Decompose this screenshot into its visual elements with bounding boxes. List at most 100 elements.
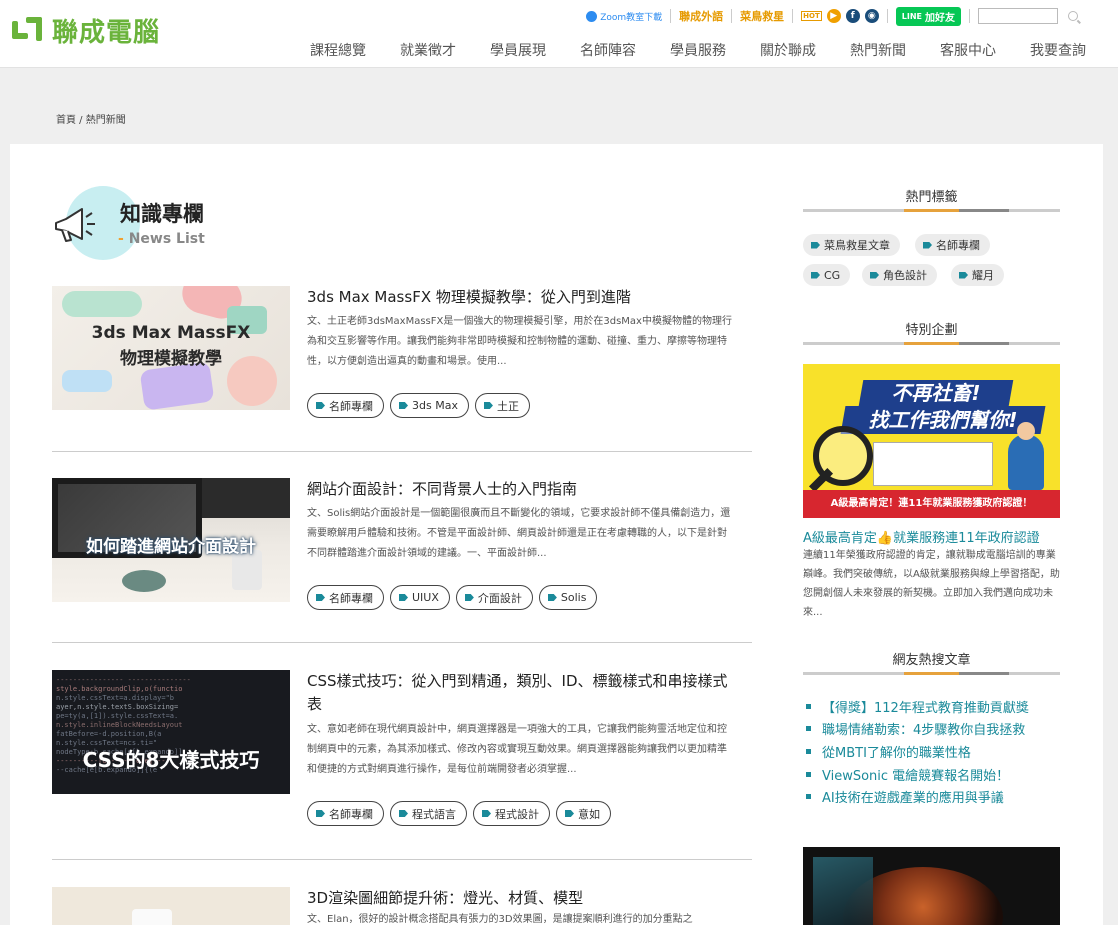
article-excerpt: 文、土正老師3dsMaxMassFX是一個強大的物理模擬引擎，用於在3dsMax…: [307, 316, 732, 367]
tag-icon: [316, 594, 325, 601]
article-title[interactable]: 網站介面設計：不同背景人士的入門指南: [307, 478, 737, 501]
hot-article-link[interactable]: AI技術在遊戲產業的應用與爭議: [806, 785, 1029, 808]
thumbnail-caption: 如何踏進網站介面設計: [86, 537, 256, 557]
article-divider: [52, 642, 752, 643]
article-card[interactable]: 3ds Max MassFX 物理模擬教學 3ds Max MassFX 物理模…: [52, 286, 752, 426]
tag-icon: [811, 271, 820, 279]
promo-title[interactable]: A級最高肯定👍就業服務連11年政府認證: [803, 527, 1040, 546]
article-thumbnail[interactable]: 如何踏進網站介面設計: [52, 478, 290, 602]
tag-icon: [870, 271, 879, 279]
main-nav: 課程總覽 就業徵才 學員展現 名師陣容 學員服務 關於聯成 熱門新聞 客服中心 …: [293, 40, 1088, 60]
tag-chip[interactable]: 意如: [556, 801, 611, 826]
language-school-link[interactable]: 聯成外語: [679, 8, 723, 24]
tag-icon: [959, 271, 968, 279]
line-icon: LINE: [901, 11, 922, 21]
tag-icon: [399, 810, 408, 817]
nav-query[interactable]: 我要查詢: [1013, 40, 1088, 60]
article-excerpt: 文、Elan，很好的設計概念搭配具有張力的3D效果圖，是讓提案順利進行的加分重點…: [307, 914, 693, 925]
tag-chip[interactable]: 3ds Max: [390, 393, 469, 418]
popular-tag-pill[interactable]: CG: [803, 264, 851, 286]
article-thumbnail[interactable]: 3ds Max MassFX 物理模擬教學: [52, 286, 290, 410]
tag-icon: [483, 402, 493, 409]
hot-article-link[interactable]: ViewSonic 電繪競賽報名開始！: [806, 763, 1029, 786]
tag-icon: [464, 594, 474, 601]
tag-icon: [811, 241, 820, 249]
logo-text: 聯成電腦: [52, 18, 161, 48]
tag-icon: [399, 402, 408, 409]
zoom-icon: [586, 10, 598, 22]
special-heading: 特別企劃: [905, 323, 958, 338]
article-thumbnail[interactable]: [52, 887, 290, 925]
article-excerpt: 文、意如老師在現代網頁設計中，網頁選擇器是一項強大的工具，它讓我們能夠靈活地定位…: [307, 724, 727, 775]
zoom-download-link[interactable]: Zoom教室下載: [586, 10, 662, 23]
sidebar-feature-image[interactable]: [803, 847, 1060, 925]
hot-articles-heading: 網友熱搜文章: [892, 653, 971, 668]
tag-icon: [316, 810, 325, 817]
site-logo[interactable]: 聯成電腦: [12, 12, 160, 49]
tag-chip[interactable]: Solis: [538, 585, 598, 610]
article-divider: [52, 451, 752, 452]
article-thumbnail[interactable]: ---------------- --------------- style.b…: [52, 670, 290, 794]
promo-banner[interactable]: 不再社畜! 找工作我們幫你! A級最高肯定！連11年就業服務獲政府認證！: [803, 364, 1060, 518]
article-tags: 名師專欄 程式語言 程式設計 意如: [307, 801, 611, 826]
tag-chip[interactable]: UIUX: [390, 585, 450, 610]
nav-students[interactable]: 學員展現: [473, 40, 563, 60]
promo-text: 連續11年榮獲政府認證的肯定，讓就聯成電腦培訓的專業巔峰。我們突破傳統，以A級就…: [803, 550, 1060, 618]
popular-tag-pill[interactable]: 耀月: [951, 264, 1004, 286]
breadcrumb[interactable]: 首頁 / 熱門新聞: [56, 111, 126, 126]
hot-article-link[interactable]: 職場情緒勒索：4步驟教你自我拯救: [806, 718, 1029, 741]
hot-badge: HOT: [801, 11, 822, 21]
article-tags: 名師專欄 3ds Max 土正: [307, 393, 530, 418]
megaphone-icon: [55, 208, 95, 242]
article-card[interactable]: 如何踏進網站介面設計 網站介面設計：不同背景人士的入門指南 文、Solis網站介…: [52, 478, 752, 618]
podcast-icon[interactable]: ◉: [864, 9, 879, 23]
article-card[interactable]: ---------------- --------------- style.b…: [52, 670, 752, 830]
nav-services[interactable]: 學員服務: [653, 40, 743, 60]
tag-chip[interactable]: 名師專欄: [307, 801, 384, 826]
subtitle-dash: -: [118, 231, 124, 247]
section-title: 知識專欄: [120, 202, 204, 226]
article-divider: [52, 859, 752, 860]
tag-chip[interactable]: 介面設計: [455, 585, 533, 610]
article-card[interactable]: 3D渲染圖細節提升術：燈光、材質、模型 文、Elan，很好的設計概念搭配具有張力…: [52, 887, 752, 925]
zoom-label: Zoom教室下載: [600, 12, 663, 23]
search-icon[interactable]: [1068, 11, 1078, 21]
site-header: 聯成電腦 Zoom教室下載 聯成外語 菜鳥救星 HOT ▶ f ◉ LINE 加…: [0, 0, 1118, 68]
article-excerpt: 文、Solis網站介面設計是一個範圍很廣而且不斷變化的領域，它要求設計師不僅具備…: [307, 508, 731, 559]
popular-tag-pill[interactable]: 菜鳥救星文章: [803, 234, 900, 256]
line-label: 加好友: [925, 12, 955, 24]
heading-underline: [803, 209, 1060, 212]
nav-support[interactable]: 客服中心: [923, 40, 1013, 60]
nav-teachers[interactable]: 名師陣容: [563, 40, 653, 60]
hot-articles-list: 【得獎】112年程式教育推動貢獻獎 職場情緒勒索：4步驟教你自我拯救 從MBTI…: [806, 695, 1029, 808]
search-input[interactable]: [978, 8, 1058, 24]
rescue-link[interactable]: 菜鳥救星: [740, 8, 784, 24]
nav-about[interactable]: 關於聯成: [743, 40, 833, 60]
heading-underline: [803, 672, 1060, 675]
person-illustration: [1008, 434, 1044, 490]
tag-chip[interactable]: 程式語言: [390, 801, 467, 826]
tag-icon: [316, 402, 325, 409]
youtube-icon[interactable]: ▶: [826, 9, 841, 23]
tag-chip[interactable]: 土正: [474, 393, 530, 418]
nav-news[interactable]: 熱門新聞: [833, 40, 923, 60]
article-title[interactable]: CSS樣式技巧：從入門到精通，類別、ID、標籤樣式和串接樣式表: [307, 670, 737, 716]
hot-article-link[interactable]: 【得獎】112年程式教育推動貢獻獎: [806, 695, 1029, 718]
popular-tag-pill[interactable]: 名師專欄: [915, 234, 990, 256]
promo-headline: 找工作我們幫你!: [868, 408, 1018, 432]
promo-footer: A級最高肯定！連11年就業服務獲政府認證！: [803, 490, 1060, 518]
nav-courses[interactable]: 課程總覽: [293, 40, 383, 60]
tag-icon: [399, 594, 408, 601]
tag-chip[interactable]: 名師專欄: [307, 393, 384, 418]
popular-tag-pill[interactable]: 角色設計: [862, 264, 937, 286]
nav-jobs[interactable]: 就業徵才: [383, 40, 473, 60]
tag-icon: [482, 810, 491, 817]
article-title[interactable]: 3ds Max MassFX 物理模擬教學：從入門到進階: [307, 286, 737, 309]
subtitle-text: News List: [128, 231, 205, 247]
article-title[interactable]: 3D渲染圖細節提升術：燈光、材質、模型: [307, 887, 737, 910]
hot-article-link[interactable]: 從MBTI了解你的職業性格: [806, 740, 1029, 763]
facebook-icon[interactable]: f: [845, 9, 860, 23]
tag-chip[interactable]: 名師專欄: [307, 585, 384, 610]
line-add-friend-button[interactable]: LINE 加好友: [895, 6, 961, 26]
tag-chip[interactable]: 程式設計: [473, 801, 550, 826]
